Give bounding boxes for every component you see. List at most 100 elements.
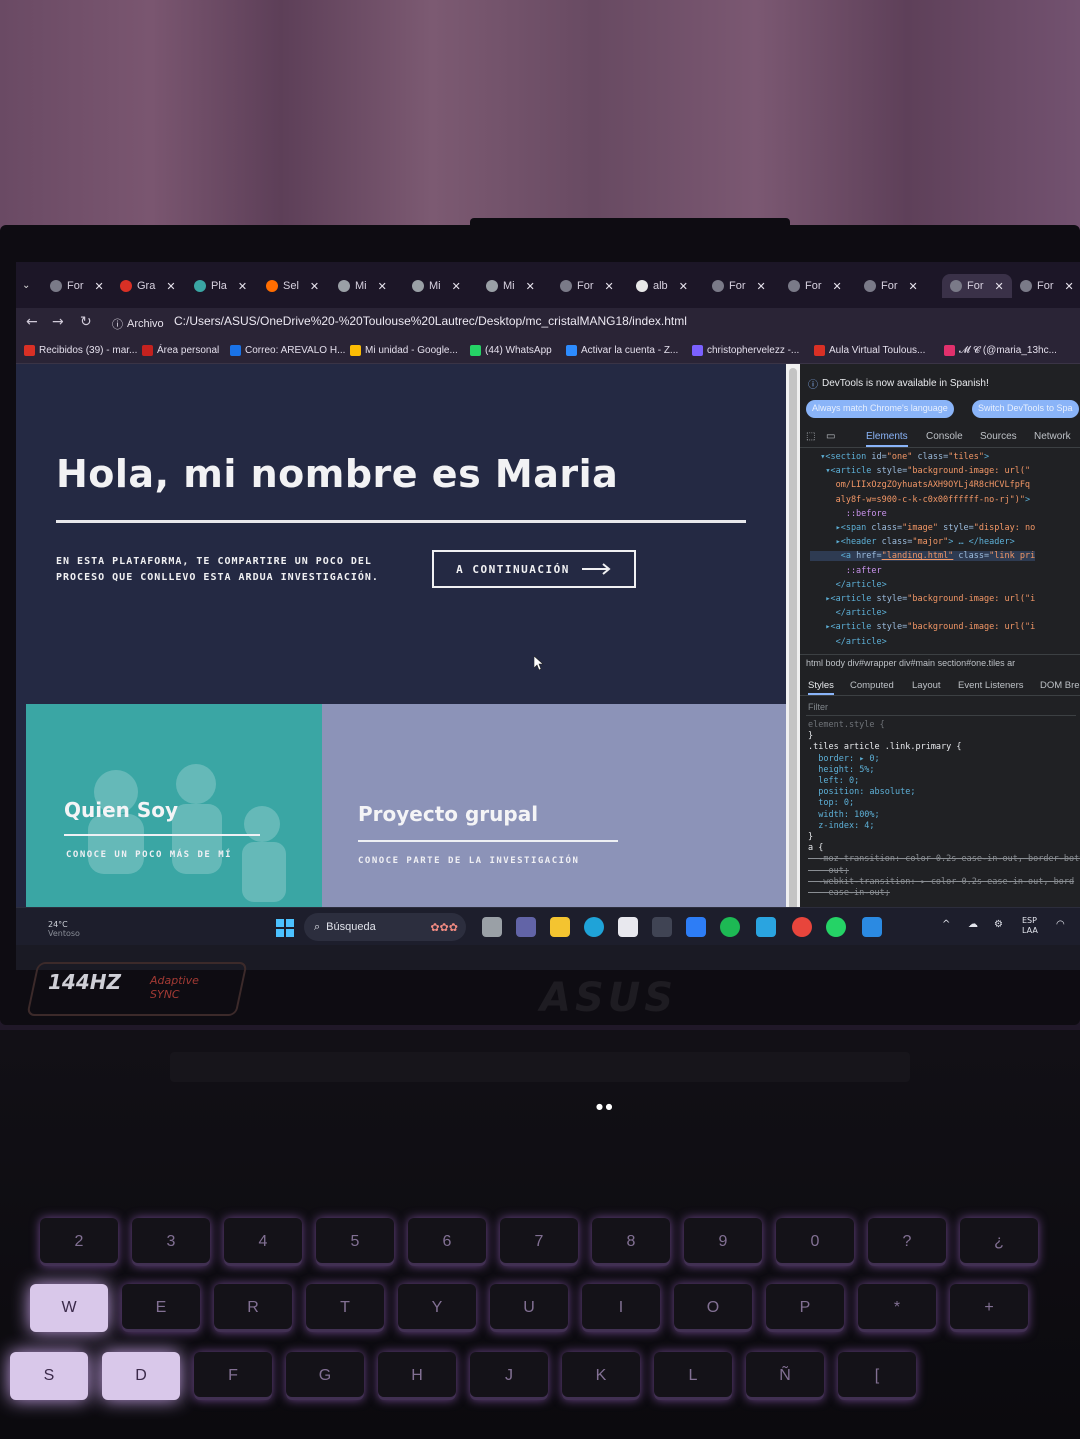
onedrive-icon[interactable]: ☁ [968,920,978,930]
wifi-icon[interactable]: ◠ [1056,920,1065,930]
subtab-styles[interactable]: Styles [808,680,834,695]
tab-elements[interactable]: Elements [866,431,908,447]
laptop-hinge [170,1052,910,1082]
browser-tab[interactable]: For ✕ [50,274,104,298]
dom-tree[interactable]: ▾<section id="one" class="tiles"> ▾<arti… [810,450,1080,649]
tray-app-icon[interactable]: ⚙ [994,920,1003,930]
teams-icon[interactable] [516,917,536,937]
tile-proyecto-grupal[interactable]: Proyecto grupal Conoce parte de la inves… [322,704,786,930]
close-tab-icon[interactable]: ✕ [833,280,842,293]
tile-quien-soy[interactable]: Quien Soy Conoce un poco más de mí [26,704,322,930]
tab-label: For [805,280,822,292]
bookmark-item[interactable]: Aula Virtual Toulous... [814,345,925,356]
address-bar[interactable]: C:/Users/ASUS/OneDrive%20-%20Toulouse%20… [174,314,687,328]
keyboard-key: 5 [316,1218,394,1266]
file-scheme-label: ⓘ Archivo [112,318,164,331]
asus-logo: ASUS [540,975,678,1021]
browser-tab[interactable]: For ✕ [864,274,918,298]
weather-widget[interactable]: 24°C Ventoso [48,920,80,938]
close-tab-icon[interactable]: ✕ [166,280,175,293]
store-icon[interactable] [618,917,638,937]
forward-icon[interactable]: → [52,314,64,330]
browser-tab[interactable]: Pla ✕ [194,274,247,298]
keyboard-key: [ [838,1352,916,1400]
edge-icon[interactable] [584,917,604,937]
inspect-icon[interactable]: ⬚ [806,431,815,442]
laptop-screen: ⌄ For ✕ Gra ✕ Pla ✕ Sel ✕ Mi ✕ Mi ✕ Mi ✕ For ✕ alb ✕ For ✕ F… [16,262,1080,970]
close-tab-icon[interactable]: ✕ [995,280,1004,293]
tile-title: Quien Soy [64,798,179,822]
vscode-icon[interactable] [862,917,882,937]
close-tab-icon[interactable]: ✕ [909,280,918,293]
close-tab-icon[interactable]: ✕ [238,280,247,293]
reload-icon[interactable]: ↻ [80,314,92,330]
taskbar-search[interactable]: ⌕ Búsqueda ✿✿✿ [304,913,466,941]
browser-tab[interactable]: For ✕ [1020,274,1074,298]
subtab-computed[interactable]: Computed [850,680,894,691]
tray-chevron-icon[interactable]: ^ [942,920,950,930]
bookmark-item[interactable]: Área personal [142,345,219,356]
chrome-icon[interactable] [792,917,812,937]
close-tab-icon[interactable]: ✕ [679,280,688,293]
browser-tab[interactable]: Mi ✕ [486,274,535,298]
scrollbar-thumb[interactable] [789,368,797,924]
info-icon: ⓘ [808,380,818,391]
tab-sources[interactable]: Sources [980,431,1017,442]
bookmark-item[interactable]: Correo: AREVALO H... [230,345,345,356]
tab-search-chevron-icon[interactable]: ⌄ [22,280,30,291]
styles-pane[interactable]: element.style { } .tiles article .link.p… [808,720,1080,899]
subtab-event-listeners[interactable]: Event Listeners [958,680,1023,691]
close-tab-icon[interactable]: ✕ [310,280,319,293]
browser-tab[interactable]: For ✕ [560,274,614,298]
bookmark-item[interactable]: 𝓜 𝓒 (@maria_13hc... [944,345,1057,356]
bookmark-item[interactable]: christophervelezz -... [692,345,799,356]
device-toggle-icon[interactable]: ▭ [826,431,835,442]
close-tab-icon[interactable]: ✕ [526,280,535,293]
bookmark-item[interactable]: Activar la cuenta - Z... [566,345,678,356]
close-tab-icon[interactable]: ✕ [1065,280,1074,293]
browser-tab[interactable]: For ✕ [788,274,842,298]
subtab-dom-breakpoints[interactable]: DOM Break [1040,680,1080,691]
app-icon[interactable] [652,917,672,937]
tab-network[interactable]: Network [1034,431,1071,442]
continue-button[interactable]: A continuación [432,550,636,588]
match-language-button[interactable]: Always match Chrome's language [806,400,954,418]
switch-language-button[interactable]: Switch DevTools to Spa [972,400,1079,418]
messenger-icon[interactable] [756,917,776,937]
bookmark-item[interactable]: (44) WhatsApp [470,345,552,356]
browser-tab[interactable]: Mi ✕ [412,274,461,298]
browser-tab[interactable]: Mi ✕ [338,274,387,298]
styles-filter-input[interactable]: Filter [806,700,1076,716]
tab-console[interactable]: Console [926,431,963,442]
page-scrollbar[interactable] [786,364,800,930]
browser-tab[interactable]: For ✕ [712,274,766,298]
close-tab-icon[interactable]: ✕ [378,280,387,293]
xbox-icon[interactable] [720,917,740,937]
close-tab-icon[interactable]: ✕ [452,280,461,293]
close-tab-icon[interactable]: ✕ [605,280,614,293]
bookmark-favicon-icon [566,345,577,356]
browser-tab[interactable]: For ✕ [942,274,1012,298]
refresh-rate-label: 144HZ [48,970,121,994]
back-icon[interactable]: ← [26,314,38,330]
subtab-layout[interactable]: Layout [912,680,941,691]
app-icon[interactable] [686,917,706,937]
devtools-breadcrumbs[interactable]: html body div#wrapper div#main section#o… [800,654,1080,672]
browser-tab[interactable]: Sel ✕ [266,274,319,298]
close-tab-icon[interactable]: ✕ [757,280,766,293]
tab-favicon-icon [120,280,132,292]
bookmark-item[interactable]: Recibidos (39) - mar... [24,345,137,356]
whatsapp-icon[interactable] [826,917,846,937]
intro-text: En esta plataforma, te compartire un poc… [56,556,379,583]
keyboard-key: 0 [776,1218,854,1266]
bookmark-label: (44) WhatsApp [485,345,552,356]
task-view-icon[interactable] [482,917,502,937]
browser-tab[interactable]: Gra ✕ [120,274,176,298]
windows-start-icon[interactable] [276,919,294,937]
browser-tab[interactable]: alb ✕ [636,274,688,298]
bookmark-item[interactable]: Mi unidad - Google... [350,345,458,356]
close-tab-icon[interactable]: ✕ [95,280,104,293]
tab-label: For [967,280,984,292]
file-explorer-icon[interactable] [550,917,570,937]
language-indicator[interactable]: ESP LAA [1022,916,1038,936]
